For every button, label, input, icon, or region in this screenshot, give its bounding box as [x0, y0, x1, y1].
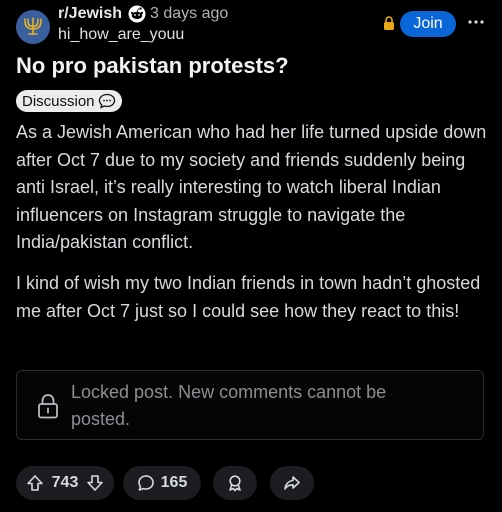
lock-icon [384, 16, 394, 30]
menorah-icon [24, 17, 42, 35]
post-body-paragraph: I kind of wish my two Indian friends in … [16, 273, 481, 321]
locked-notice-text: Locked post. New comments cannot be post… [71, 382, 387, 429]
post-title: No pro pakistan protests? [16, 53, 289, 78]
post-age: 3 days ago [150, 5, 229, 22]
share-button[interactable] [270, 466, 314, 500]
join-button[interactable]: Join [400, 11, 456, 37]
author-username[interactable]: hi_how_are_youu [58, 26, 184, 44]
speech-bubble-icon [98, 93, 115, 109]
share-icon [284, 476, 300, 490]
vote-control: 743 [16, 466, 114, 500]
vote-count: 743 [51, 474, 79, 491]
upvote-icon[interactable] [26, 474, 44, 492]
post-header: r/Jewish 3 days ago hi_how_are_youu Join [0, 0, 502, 48]
comment-icon [137, 475, 154, 491]
more-options-icon[interactable] [466, 12, 486, 32]
downvote-icon[interactable] [86, 474, 104, 492]
subreddit-name[interactable]: r/Jewish [58, 5, 122, 23]
lock-icon [38, 394, 58, 419]
reddit-snoo-icon [128, 5, 146, 23]
comments-button[interactable]: 165 [123, 466, 201, 500]
subreddit-line: r/Jewish 3 days ago [58, 4, 228, 24]
flair-label: Discussion [22, 92, 95, 110]
award-icon [229, 475, 241, 492]
subreddit-avatar[interactable] [16, 10, 50, 44]
comment-count: 165 [160, 474, 188, 491]
post-flair[interactable]: Discussion [16, 90, 122, 112]
award-button[interactable] [213, 466, 257, 500]
post-body-paragraph: As a Jewish American who had her life tu… [16, 122, 487, 252]
locked-post-notice: Locked post. New comments cannot be post… [16, 370, 484, 440]
